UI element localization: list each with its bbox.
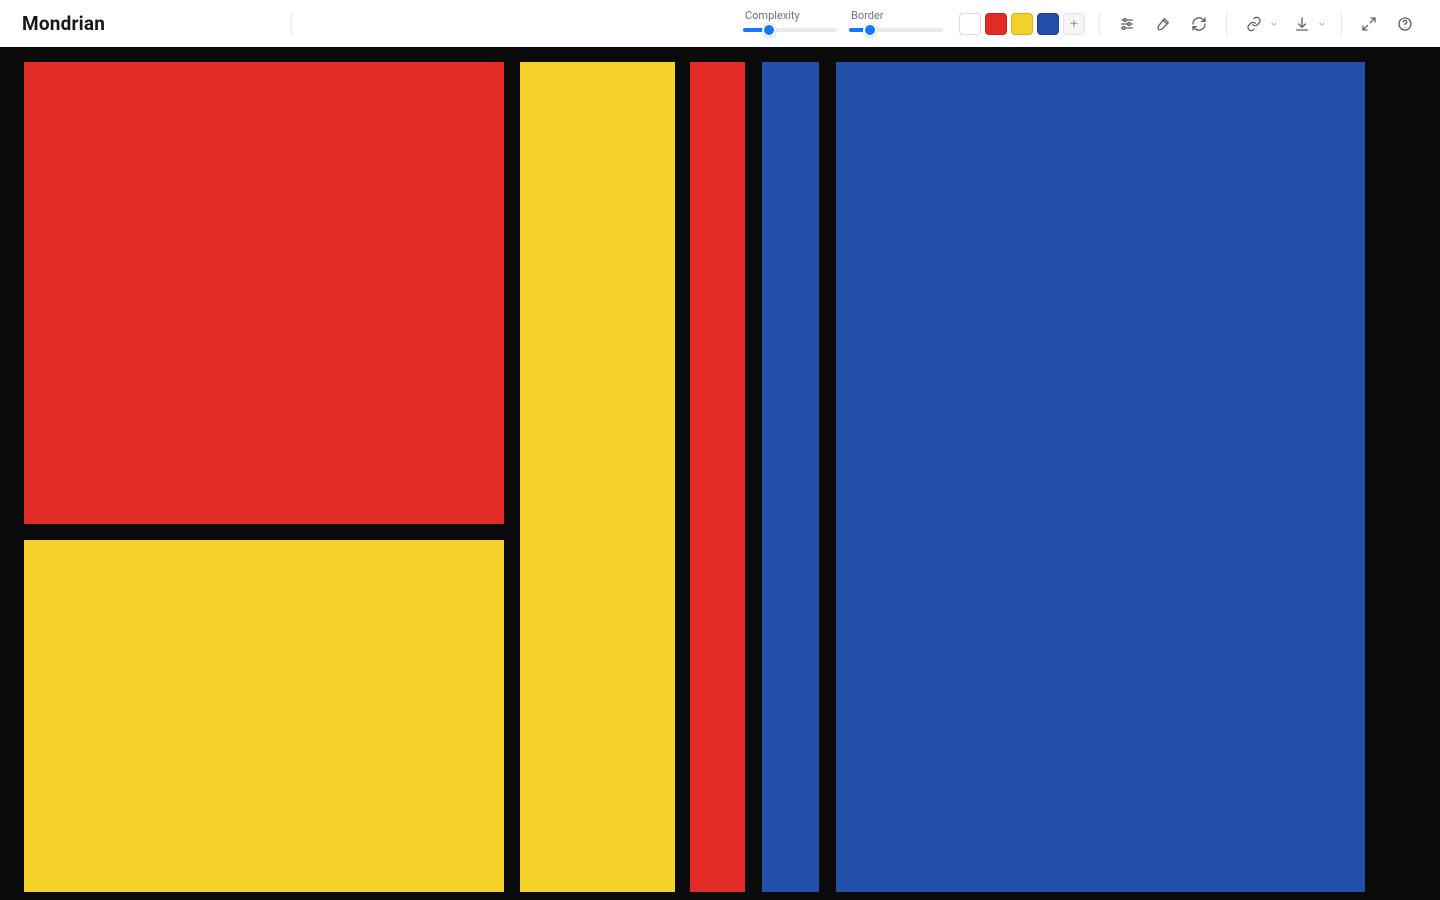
color-swatch-1[interactable] bbox=[985, 13, 1007, 35]
complexity-label: Complexity bbox=[743, 10, 837, 21]
title-wrap: Mondrian bbox=[22, 12, 292, 35]
download-icon[interactable] bbox=[1289, 11, 1315, 37]
complexity-slider[interactable] bbox=[743, 23, 837, 37]
sliders-icon[interactable] bbox=[1114, 11, 1140, 37]
complexity-slider-group: Complexity bbox=[743, 10, 837, 37]
app-title: Mondrian bbox=[22, 12, 105, 35]
download-button[interactable] bbox=[1289, 11, 1327, 37]
color-swatch-3[interactable] bbox=[1037, 13, 1059, 35]
color-swatches: + bbox=[959, 13, 1085, 35]
divider bbox=[1099, 13, 1100, 35]
chevron-down-icon bbox=[1269, 19, 1279, 29]
artwork-canvas[interactable] bbox=[0, 47, 1440, 900]
rect-red-thin[interactable] bbox=[690, 62, 745, 892]
border-label: Border bbox=[849, 10, 943, 21]
brush-icon[interactable] bbox=[1150, 11, 1176, 37]
add-color-button[interactable]: + bbox=[1063, 13, 1085, 35]
refresh-icon[interactable] bbox=[1186, 11, 1212, 37]
app-header: Mondrian Complexity Border + bbox=[0, 0, 1440, 47]
toolbar: Complexity Border + bbox=[743, 0, 1418, 47]
link-button[interactable] bbox=[1241, 11, 1279, 37]
chevron-down-icon bbox=[1317, 19, 1327, 29]
rect-yellow-tall[interactable] bbox=[520, 62, 675, 892]
color-swatch-2[interactable] bbox=[1011, 13, 1033, 35]
slider-thumb[interactable] bbox=[762, 23, 776, 37]
rect-blue-thin[interactable] bbox=[762, 62, 819, 892]
rect-blue-large[interactable] bbox=[836, 62, 1365, 892]
divider bbox=[1226, 13, 1227, 35]
help-icon[interactable] bbox=[1392, 11, 1418, 37]
divider bbox=[291, 13, 292, 35]
slider-thumb[interactable] bbox=[863, 23, 877, 37]
divider bbox=[1341, 13, 1342, 35]
rect-yellow-bottom-left[interactable] bbox=[24, 540, 504, 892]
border-slider[interactable] bbox=[849, 23, 943, 37]
border-slider-group: Border bbox=[849, 10, 943, 37]
link-icon[interactable] bbox=[1241, 11, 1267, 37]
expand-icon[interactable] bbox=[1356, 11, 1382, 37]
rect-red-top-left[interactable] bbox=[24, 62, 504, 524]
color-swatch-0[interactable] bbox=[959, 13, 981, 35]
